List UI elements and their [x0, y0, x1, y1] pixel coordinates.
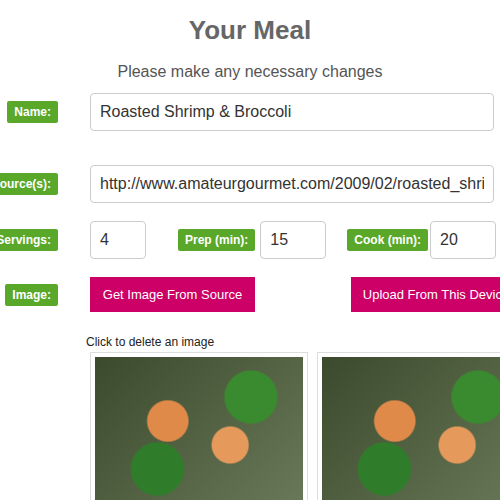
servings-input[interactable]	[90, 221, 146, 259]
page-title: Your Meal	[0, 14, 500, 46]
field-cell	[90, 93, 494, 131]
field-label: Name:	[7, 101, 58, 123]
photo-list	[90, 352, 500, 500]
field-label: ource(s):	[0, 173, 58, 195]
get-image-button[interactable]: Get Image From Source	[90, 277, 255, 312]
label-cell: Name:	[0, 101, 58, 123]
prep-input[interactable]	[260, 221, 326, 259]
photo-image	[95, 357, 303, 500]
form-row: Image:Get Image From SourceUpload From T…	[0, 277, 500, 312]
field-cell: Get Image From SourceUpload From This De…	[90, 277, 494, 312]
label-cell: Servings:	[0, 229, 58, 251]
label-cell: Image:	[0, 284, 58, 306]
form-row: Name:	[0, 93, 500, 131]
meal-photo[interactable]	[317, 352, 500, 500]
photo-image	[322, 357, 500, 500]
field-label: Servings:	[0, 229, 58, 251]
page-subtitle: Please make any necessary changes	[0, 62, 500, 82]
form-row: Servings: Prep (min): Cook (min):	[0, 221, 500, 259]
field-cell	[90, 165, 494, 203]
source-input[interactable]	[90, 165, 494, 203]
delete-hint: Click to delete an image	[86, 334, 500, 350]
field-label: Prep (min):	[178, 229, 255, 251]
form-row: ource(s):	[0, 165, 500, 203]
field-cell: Prep (min): Cook (min):	[90, 221, 494, 259]
cook-input[interactable]	[430, 221, 496, 259]
field-label: Cook (min):	[347, 229, 428, 251]
upload-button[interactable]: Upload From This Device	[351, 277, 500, 312]
meal-photo[interactable]	[90, 352, 308, 500]
name-input[interactable]	[90, 93, 494, 131]
field-label: Image:	[5, 284, 58, 306]
label-cell: ource(s):	[0, 173, 58, 195]
